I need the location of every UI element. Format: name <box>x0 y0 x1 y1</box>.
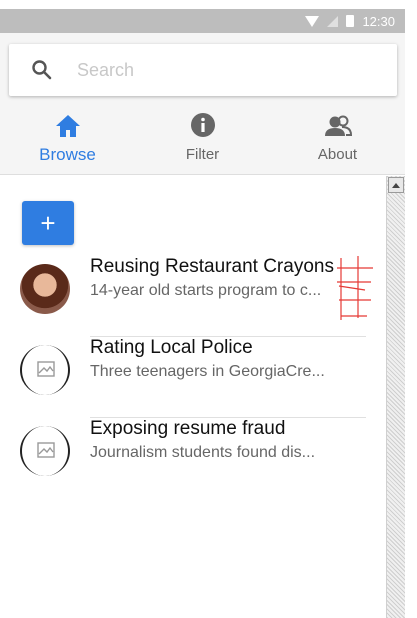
item-title: Exposing resume fraud <box>90 418 286 439</box>
content-area: + Reusing Restaurant Crayons 14-year old… <box>0 176 385 618</box>
tab-about[interactable]: About <box>270 110 405 170</box>
avatar <box>20 345 70 395</box>
signal-icon <box>327 15 339 27</box>
broken-image-icon <box>37 361 55 377</box>
broken-image-icon <box>37 442 55 458</box>
status-bar: 12:30 <box>0 9 405 33</box>
wifi-icon <box>305 15 320 27</box>
item-subtitle: Three teenagers in GeorgiaCre... <box>90 363 325 380</box>
scroll-up-button[interactable] <box>388 177 404 193</box>
people-icon <box>324 110 352 138</box>
list-item[interactable]: Exposing resume fraud Journalism student… <box>0 418 385 499</box>
list-item[interactable]: Reusing Restaurant Crayons 14-year old s… <box>0 256 385 337</box>
tab-filter[interactable]: Filter <box>135 110 270 170</box>
search-input[interactable] <box>77 59 377 81</box>
avatar <box>20 426 70 476</box>
item-title: Rating Local Police <box>90 337 253 358</box>
tab-browse[interactable]: Browse <box>0 110 135 170</box>
list-item[interactable]: Rating Local Police Three teenagers in G… <box>0 337 385 418</box>
search-icon[interactable] <box>31 59 53 81</box>
red-scribble-mark <box>337 256 373 320</box>
arrow-up-icon <box>392 182 400 188</box>
tab-label: About <box>317 146 358 163</box>
item-subtitle: 14-year old starts program to c... <box>90 282 322 299</box>
avatar <box>20 264 70 314</box>
story-list: Reusing Restaurant Crayons 14-year old s… <box>0 256 385 499</box>
item-title: Reusing Restaurant Crayons <box>90 256 334 277</box>
vertical-scrollbar[interactable] <box>386 176 405 618</box>
info-icon <box>190 110 216 138</box>
home-icon <box>55 110 81 138</box>
add-button[interactable]: + <box>22 201 74 245</box>
search-box[interactable] <box>9 44 397 96</box>
tab-label: Browse <box>39 145 96 164</box>
status-time: 12:30 <box>362 13 395 29</box>
item-subtitle: Journalism students found dis... <box>90 444 316 461</box>
top-bar: Browse Filter About <box>0 33 405 175</box>
tab-label: Filter <box>185 146 220 163</box>
tab-bar: Browse Filter About <box>0 110 405 170</box>
battery-icon <box>346 15 355 27</box>
